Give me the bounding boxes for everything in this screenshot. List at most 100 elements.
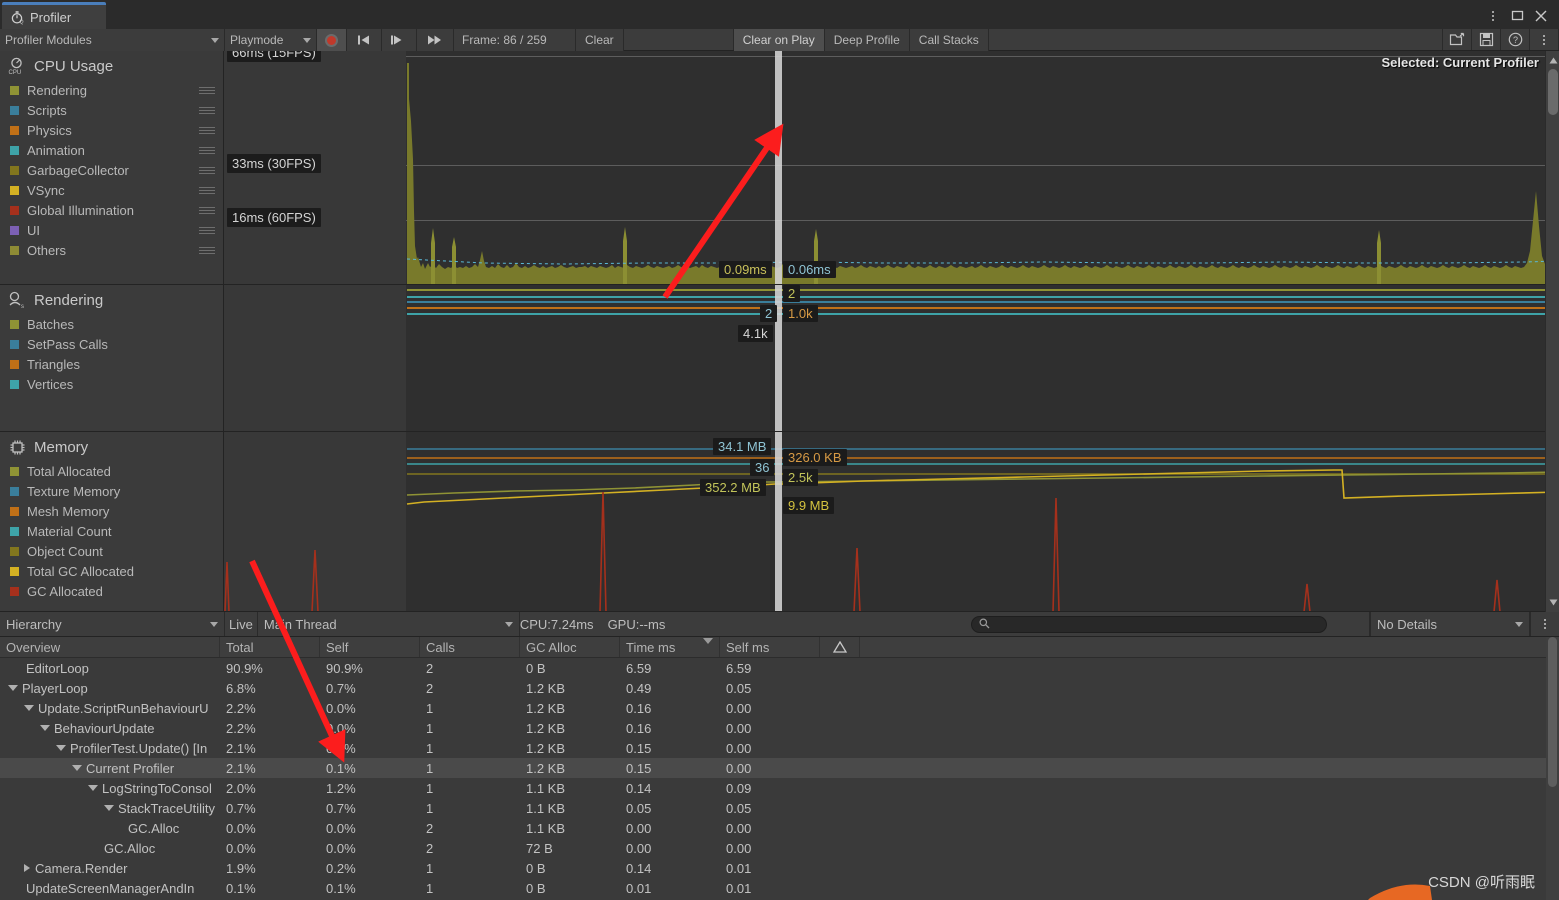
legend-item-global-illumination[interactable]: Global Illumination [0, 200, 223, 220]
legend-item-vsync[interactable]: VSync [0, 180, 223, 200]
legend-drag-handle[interactable] [199, 106, 215, 114]
table-row[interactable]: GC.Alloc 0.0% 0.0% 2 1.1 KB 0.00 0.00 [0, 818, 1559, 838]
legend-item-gc-allocated[interactable]: GC Allocated [0, 581, 223, 601]
toolbar-kebab-menu-icon[interactable] [1530, 29, 1559, 50]
frame-playhead[interactable] [775, 51, 782, 284]
table-row[interactable]: LogStringToConsol 2.0% 1.2% 1 1.1 KB 0.1… [0, 778, 1559, 798]
table-row[interactable]: Camera.Render 1.9% 0.2% 1 0 B 0.14 0.01 [0, 858, 1559, 878]
tab-profiler[interactable]: Q Profiler [2, 2, 106, 29]
column-header-overview[interactable]: Overview [0, 637, 220, 657]
column-header-gc-alloc[interactable]: GC Alloc [520, 637, 620, 657]
legend-item-garbagecollector[interactable]: GarbageCollector [0, 160, 223, 180]
previous-frame-button[interactable] [347, 29, 382, 51]
legend-item-physics[interactable]: Physics [0, 120, 223, 140]
legend-item-total-gc-allocated[interactable]: Total GC Allocated [0, 561, 223, 581]
legend-drag-handle[interactable] [199, 126, 215, 134]
expander-icon[interactable] [56, 745, 66, 751]
column-header-self[interactable]: Self [320, 637, 420, 657]
hierarchy-view-dropdown[interactable]: Hierarchy [0, 612, 225, 636]
expander-icon[interactable] [72, 765, 82, 771]
search-input[interactable] [995, 617, 1319, 631]
memory-graph[interactable]: 34.1 MB 326.0 KB 36 2.5k 352.2 MB 9.9 MB [224, 432, 1559, 611]
legend-item-triangles[interactable]: Triangles [0, 354, 223, 374]
table-row[interactable]: Current Profiler 2.1% 0.1% 1 1.2 KB 0.15… [0, 758, 1559, 778]
legend-item-ui[interactable]: UI [0, 220, 223, 240]
cpu-tooltip-scripts: 0.06ms [783, 261, 836, 278]
cell-calls: 1 [426, 780, 434, 796]
charts-scrollbar[interactable] [1545, 51, 1559, 612]
cpu-usage-graph[interactable]: 66ms (15FPS) 33ms (30FPS) 16ms (60FPS) 0… [224, 51, 1559, 284]
column-header-total[interactable]: Total [220, 637, 320, 657]
scroll-up-icon[interactable] [1546, 53, 1559, 68]
rendering-graph[interactable]: 2 2 1.0k 4.1k [224, 285, 1559, 431]
legend-swatch [10, 466, 19, 476]
save-profile-button[interactable] [1472, 29, 1501, 50]
legend-drag-handle[interactable] [199, 186, 215, 194]
scroll-down-icon[interactable] [1546, 595, 1559, 610]
column-header-calls[interactable]: Calls [420, 637, 520, 657]
legend-item-texture-memory[interactable]: Texture Memory [0, 481, 223, 501]
table-row[interactable]: StackTraceUtility 0.7% 0.7% 1 1.1 KB 0.0… [0, 798, 1559, 818]
kebab-menu-icon[interactable] [1482, 5, 1504, 27]
legend-item-animation[interactable]: Animation [0, 140, 223, 160]
table-row[interactable]: ProfilerTest.Update() [In 2.1% 0.0% 1 1.… [0, 738, 1559, 758]
table-row[interactable]: BehaviourUpdate 2.2% 0.0% 1 1.2 KB 0.16 … [0, 718, 1559, 738]
thread-dropdown[interactable]: Main Thread [258, 612, 520, 636]
table-scrollbar-thumb[interactable] [1548, 637, 1557, 787]
clear-on-play-button[interactable]: Clear on Play [733, 29, 825, 51]
expander-icon[interactable] [8, 685, 18, 691]
expander-icon[interactable] [24, 705, 34, 711]
search-box[interactable] [971, 615, 1327, 633]
table-row[interactable]: EditorLoop 90.9% 90.9% 2 0 B 6.59 6.59 [0, 658, 1559, 678]
call-stacks-button[interactable]: Call Stacks [909, 29, 989, 51]
legend-drag-handle[interactable] [199, 146, 215, 154]
legend-drag-handle[interactable] [199, 166, 215, 174]
details-dropdown[interactable]: No Details [1370, 612, 1530, 636]
table-scrollbar[interactable] [1546, 637, 1559, 900]
row-name: Update.ScriptRunBehaviourU [38, 700, 209, 716]
playmode-dropdown[interactable]: Playmode [225, 29, 317, 51]
expander-icon[interactable] [40, 725, 50, 731]
next-frame-button[interactable] [382, 29, 417, 51]
record-button[interactable] [317, 29, 347, 51]
clear-button[interactable]: Clear [576, 29, 624, 51]
search-container[interactable] [971, 615, 1331, 633]
memory-tooltip-mesh: 326.0 KB [783, 449, 847, 466]
legend-item-setpass-calls[interactable]: SetPass Calls [0, 334, 223, 354]
legend-item-batches[interactable]: Batches [0, 314, 223, 334]
last-frame-button[interactable] [417, 29, 454, 51]
legend-drag-handle[interactable] [199, 206, 215, 214]
row-name: PlayerLoop [22, 680, 88, 696]
deep-profile-button[interactable]: Deep Profile [824, 29, 910, 51]
legend-item-scripts[interactable]: Scripts [0, 100, 223, 120]
legend-drag-handle[interactable] [199, 246, 215, 254]
table-row[interactable]: UpdateScreenManagerAndIn 0.1% 0.1% 1 0 B… [0, 878, 1559, 898]
legend-item-vertices[interactable]: Vertices [0, 374, 223, 394]
legend-label: VSync [27, 182, 65, 198]
table-row[interactable]: GC.Alloc 0.0% 0.0% 2 72 B 0.00 0.00 [0, 838, 1559, 858]
legend-item-material-count[interactable]: Material Count [0, 521, 223, 541]
legend-drag-handle[interactable] [199, 86, 215, 94]
frame-playhead[interactable] [775, 432, 782, 611]
table-row[interactable]: Update.ScriptRunBehaviourU 2.2% 0.0% 1 1… [0, 698, 1559, 718]
legend-item-rendering[interactable]: Rendering [0, 80, 223, 100]
charts-scrollbar-thumb[interactable] [1548, 69, 1558, 115]
legend-item-total-allocated[interactable]: Total Allocated [0, 461, 223, 481]
column-header-self-ms[interactable]: Self ms [720, 637, 820, 657]
expander-icon[interactable] [88, 785, 98, 791]
load-profile-button[interactable] [1443, 29, 1472, 50]
column-header-sort-toggle[interactable] [820, 637, 860, 657]
profiler-modules-dropdown[interactable]: Profiler Modules [0, 29, 225, 51]
expander-icon[interactable] [104, 805, 114, 811]
hierarchy-kebab-menu-icon[interactable] [1530, 612, 1559, 636]
help-icon[interactable]: ? [1501, 29, 1530, 50]
table-row[interactable]: PlayerLoop 6.8% 0.7% 2 1.2 KB 0.49 0.05 [0, 678, 1559, 698]
legend-drag-handle[interactable] [199, 226, 215, 234]
column-header-time-ms[interactable]: Time ms [620, 637, 720, 657]
close-icon[interactable] [1530, 5, 1552, 27]
expander-icon[interactable] [24, 864, 30, 872]
legend-item-others[interactable]: Others [0, 240, 223, 260]
legend-item-object-count[interactable]: Object Count [0, 541, 223, 561]
maximize-icon[interactable] [1506, 5, 1528, 27]
legend-item-mesh-memory[interactable]: Mesh Memory [0, 501, 223, 521]
